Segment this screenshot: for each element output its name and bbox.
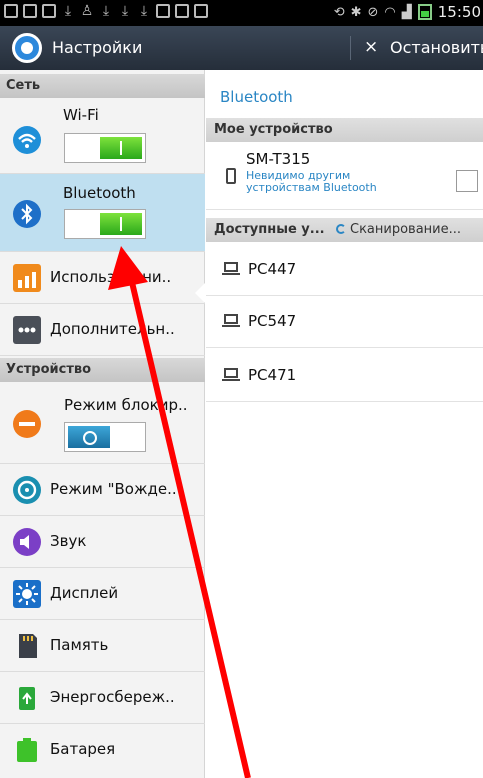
laptop-icon <box>222 314 240 327</box>
my-device-name: SM-T315 <box>246 150 311 168</box>
action-bar: Настройки ⨯ Остановить <box>0 26 483 70</box>
blocking-mode-icon <box>13 410 41 438</box>
sidebar-item-bluetooth[interactable]: Bluetooth <box>0 174 205 252</box>
app-title: Настройки <box>52 38 143 57</box>
sidebar-item-display[interactable]: Дисплей <box>0 568 205 620</box>
wifi-icon <box>13 126 41 154</box>
wifi-status-icon: ◠ <box>384 4 396 20</box>
power-saving-icon <box>19 687 35 710</box>
bluetooth-status-icon: ✱ <box>350 4 362 20</box>
battery-icon <box>17 738 37 762</box>
sidebar-item-label: Режим блокир.. <box>64 396 188 414</box>
status-bar: ⤓ ♙ ⤓ ⤓ ⤓ ⟲ ✱ ⊘ ◠ ▟ 15:50 <box>0 0 483 26</box>
stop-button[interactable]: Остановить <box>390 38 483 57</box>
device-row[interactable]: PC471 <box>206 350 483 402</box>
storage-icon <box>19 634 37 658</box>
sidebar-item-data-usage[interactable]: Использовани.. <box>0 252 205 304</box>
sidebar-item-label: Звук <box>50 532 87 550</box>
sidebar-item-label: Энергосбереж.. <box>50 688 175 706</box>
device-name: PC547 <box>248 312 297 330</box>
settings-gear-icon[interactable] <box>12 33 42 63</box>
scanning-label: Сканирование... <box>350 222 462 237</box>
phone-icon <box>226 168 236 184</box>
sidebar-item-label: Батарея <box>50 740 116 758</box>
page-title: Bluetooth <box>220 88 293 106</box>
bluetooth-panel: Bluetooth Мое устройство SM-T315 Невидим… <box>206 70 483 778</box>
steering-wheel-icon <box>13 476 41 504</box>
display-icon <box>13 580 41 608</box>
notification-icons: ⤓ ♙ ⤓ ⤓ ⤓ <box>4 4 208 20</box>
bluetooth-toggle[interactable] <box>64 209 146 239</box>
selection-notch <box>195 283 205 303</box>
data-usage-icon <box>13 264 41 292</box>
device-name: PC447 <box>248 260 297 278</box>
bluetooth-icon <box>13 200 41 228</box>
sidebar-item-label: Wi-Fi <box>63 106 99 124</box>
sidebar-item-more-networks[interactable]: Дополнительн.. <box>0 304 205 356</box>
bag-icon <box>194 4 208 18</box>
system-icons: ⟲ ✱ ⊘ ◠ ▟ 15:50 <box>334 3 481 21</box>
spinner-icon <box>336 224 346 234</box>
my-device-header: Мое устройство <box>206 118 483 142</box>
laptop-icon <box>222 368 240 381</box>
battery-icon <box>417 4 432 20</box>
more-icon <box>13 316 41 344</box>
check-icon <box>156 4 170 18</box>
sidebar-item-label: Дисплей <box>50 584 119 602</box>
sidebar-item-battery[interactable]: Батарея <box>0 724 205 778</box>
available-devices-header: Доступные у... Сканирование... <box>206 218 483 242</box>
sidebar-item-power-saving[interactable]: Энергосбереж.. <box>0 672 205 724</box>
clock: 15:50 <box>437 3 481 21</box>
settings-categories: Сеть Wi-Fi Bluetooth Использовани.. Допо… <box>0 70 205 778</box>
gallery-icon <box>23 4 37 18</box>
sidebar-item-label: Дополнительн.. <box>50 320 175 338</box>
visibility-checkbox[interactable] <box>456 170 478 192</box>
download-icon: ⤓ <box>102 3 110 19</box>
device-row[interactable]: PC447 <box>206 244 483 296</box>
gallery-icon <box>4 4 18 18</box>
download-icon: ⤓ <box>64 3 72 19</box>
download-icon: ⤓ <box>121 3 129 19</box>
blocking-mode-toggle[interactable] <box>64 422 146 452</box>
device-row[interactable]: PC547 <box>206 296 483 348</box>
wifi-toggle[interactable] <box>64 133 146 163</box>
sidebar-item-sound[interactable]: Звук <box>0 516 205 568</box>
sync-icon: ⟲ <box>333 4 345 20</box>
sidebar-item-label: Bluetooth <box>63 184 136 202</box>
divider <box>350 36 351 60</box>
section-header-network: Сеть <box>0 74 205 98</box>
available-devices-label: Доступные у... <box>214 222 325 237</box>
user-icon: ♙ <box>80 3 94 19</box>
sidebar-item-label: Память <box>50 636 109 654</box>
sidebar-item-label: Режим "Вожде.. <box>50 480 177 498</box>
sidebar-item-storage[interactable]: Память <box>0 620 205 672</box>
my-device-visibility: Невидимо другим устройствам Bluetooth <box>246 169 377 194</box>
mail-icon <box>42 4 56 18</box>
mute-icon: ⊘ <box>367 4 379 20</box>
device-name: PC471 <box>248 366 297 384</box>
sidebar-item-blocking-mode[interactable]: Режим блокир.. <box>0 382 205 464</box>
signal-icon: ▟ <box>401 4 412 20</box>
check-icon <box>175 4 189 18</box>
my-device-row[interactable]: SM-T315 Невидимо другим устройствам Blue… <box>206 142 483 210</box>
section-header-device: Устройство <box>0 358 205 382</box>
download-icon: ⤓ <box>140 3 148 19</box>
laptop-icon <box>222 262 240 275</box>
scanning-indicator: Сканирование... <box>336 222 461 237</box>
stop-scan-icon[interactable]: ⨯ <box>364 37 378 57</box>
sound-icon <box>13 528 41 556</box>
sidebar-item-label: Использовани.. <box>50 268 172 286</box>
sidebar-item-wifi[interactable]: Wi-Fi <box>0 98 205 174</box>
sidebar-item-driving-mode[interactable]: Режим "Вожде.. <box>0 464 205 516</box>
